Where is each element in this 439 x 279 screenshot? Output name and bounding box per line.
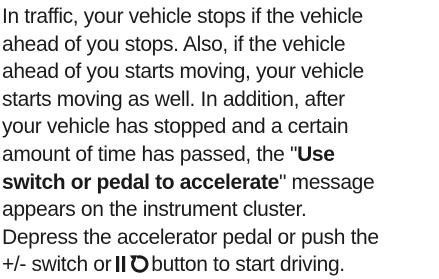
text-line: switch or pedal to accelerate" message	[2, 169, 439, 197]
message-text-bold: switch or pedal to accelerate	[2, 170, 279, 194]
text-segment: button to start driving.	[151, 253, 345, 277]
text-line: +/- switch or button to start driving.	[2, 251, 439, 279]
body-paragraph: In traffic, your vehicle stops if the ve…	[2, 3, 439, 279]
text-segment: +/- switch or	[2, 253, 112, 277]
text-line: Depress the accelerator pedal or push th…	[2, 225, 379, 249]
pause-resume-icon	[115, 254, 149, 274]
text-segment: " message	[278, 170, 375, 194]
text-line: ahead of you stops. Also, if the vehicle	[2, 32, 346, 56]
text-line: starts moving as well. In addition, afte…	[2, 87, 345, 111]
text-line: ahead of you starts moving, your vehicle	[2, 60, 364, 84]
text-segment: amount of time has passed, the "	[2, 142, 298, 166]
text-line: appears on the instrument cluster.	[2, 198, 307, 222]
text-line: In traffic, your vehicle stops if the ve…	[2, 5, 363, 28]
message-text-bold: Use	[297, 142, 335, 166]
document-page: In traffic, your vehicle stops if the ve…	[0, 0, 439, 277]
text-line: your vehicle has stopped and a certain	[2, 115, 349, 139]
text-line: amount of time has passed, the "Use	[2, 141, 439, 169]
